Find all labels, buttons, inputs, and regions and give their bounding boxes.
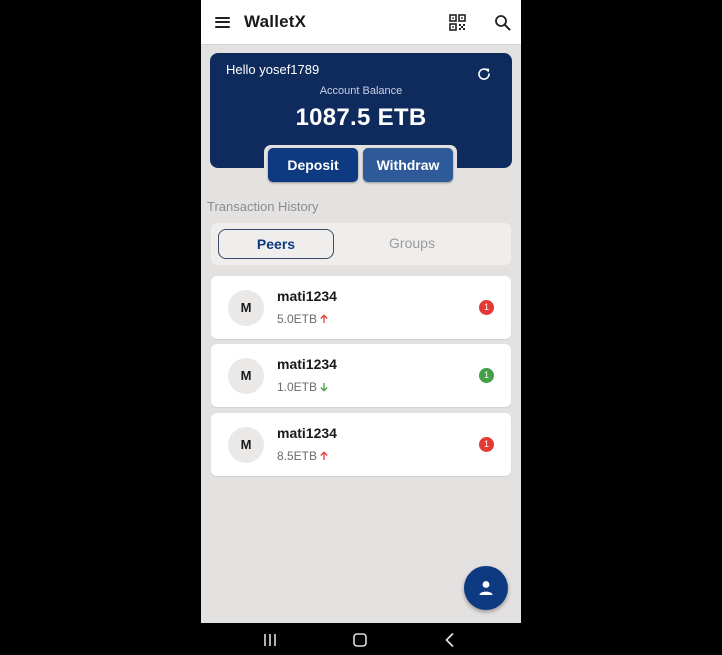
tab-groups[interactable]: Groups (354, 229, 470, 259)
transaction-amount-value: 5.0ETB (277, 312, 318, 326)
app-title: WalletX (244, 12, 307, 31)
add-contact-fab[interactable] (464, 566, 508, 610)
refresh-icon[interactable] (476, 66, 492, 82)
arrow-up-icon (320, 451, 328, 460)
avatar: M (228, 427, 264, 463)
person-icon (479, 581, 493, 595)
count-badge: 1 (479, 300, 494, 315)
arrow-down-icon (320, 383, 328, 392)
menu-icon[interactable] (214, 14, 232, 30)
system-nav-bar (201, 623, 521, 655)
qr-code-icon[interactable] (449, 14, 466, 31)
phone-screen: WalletX Hello yosef1789 Account Balance … (201, 0, 521, 623)
transaction-item[interactable]: M mati1234 5.0ETB 1 (211, 276, 511, 339)
greeting-text: Hello yosef1789 (226, 62, 320, 77)
count-badge: 1 (479, 437, 494, 452)
home-icon[interactable] (352, 632, 368, 648)
transaction-amount-value: 8.5ETB (277, 449, 318, 463)
transaction-item[interactable]: M mati1234 1.0ETB 1 (211, 344, 511, 407)
tab-peers[interactable]: Peers (218, 229, 334, 259)
transaction-amount: 8.5ETB (277, 449, 329, 463)
avatar: M (228, 290, 264, 326)
withdraw-button[interactable]: Withdraw (363, 148, 453, 182)
balance-amount: 1087.5 ETB (295, 104, 427, 131)
transaction-name: mati1234 (277, 288, 337, 304)
transaction-amount: 1.0ETB (277, 380, 329, 394)
app-bar: WalletX (201, 0, 521, 45)
transaction-amount: 5.0ETB (277, 312, 329, 326)
transaction-name: mati1234 (277, 356, 337, 372)
recents-icon[interactable] (262, 632, 278, 648)
back-icon[interactable] (442, 632, 458, 648)
balance-label: Account Balance (319, 85, 403, 97)
transaction-history-title: Transaction History (207, 199, 319, 214)
search-icon[interactable] (494, 14, 511, 31)
transaction-amount-value: 1.0ETB (277, 380, 318, 394)
transaction-item[interactable]: M mati1234 8.5ETB 1 (211, 413, 511, 476)
action-buttons: Deposit Withdraw (264, 145, 457, 185)
history-tabs: Peers Groups (211, 223, 511, 265)
transaction-name: mati1234 (277, 425, 337, 441)
arrow-up-icon (320, 314, 328, 323)
deposit-button[interactable]: Deposit (268, 148, 358, 182)
avatar: M (228, 358, 264, 394)
count-badge: 1 (479, 368, 494, 383)
